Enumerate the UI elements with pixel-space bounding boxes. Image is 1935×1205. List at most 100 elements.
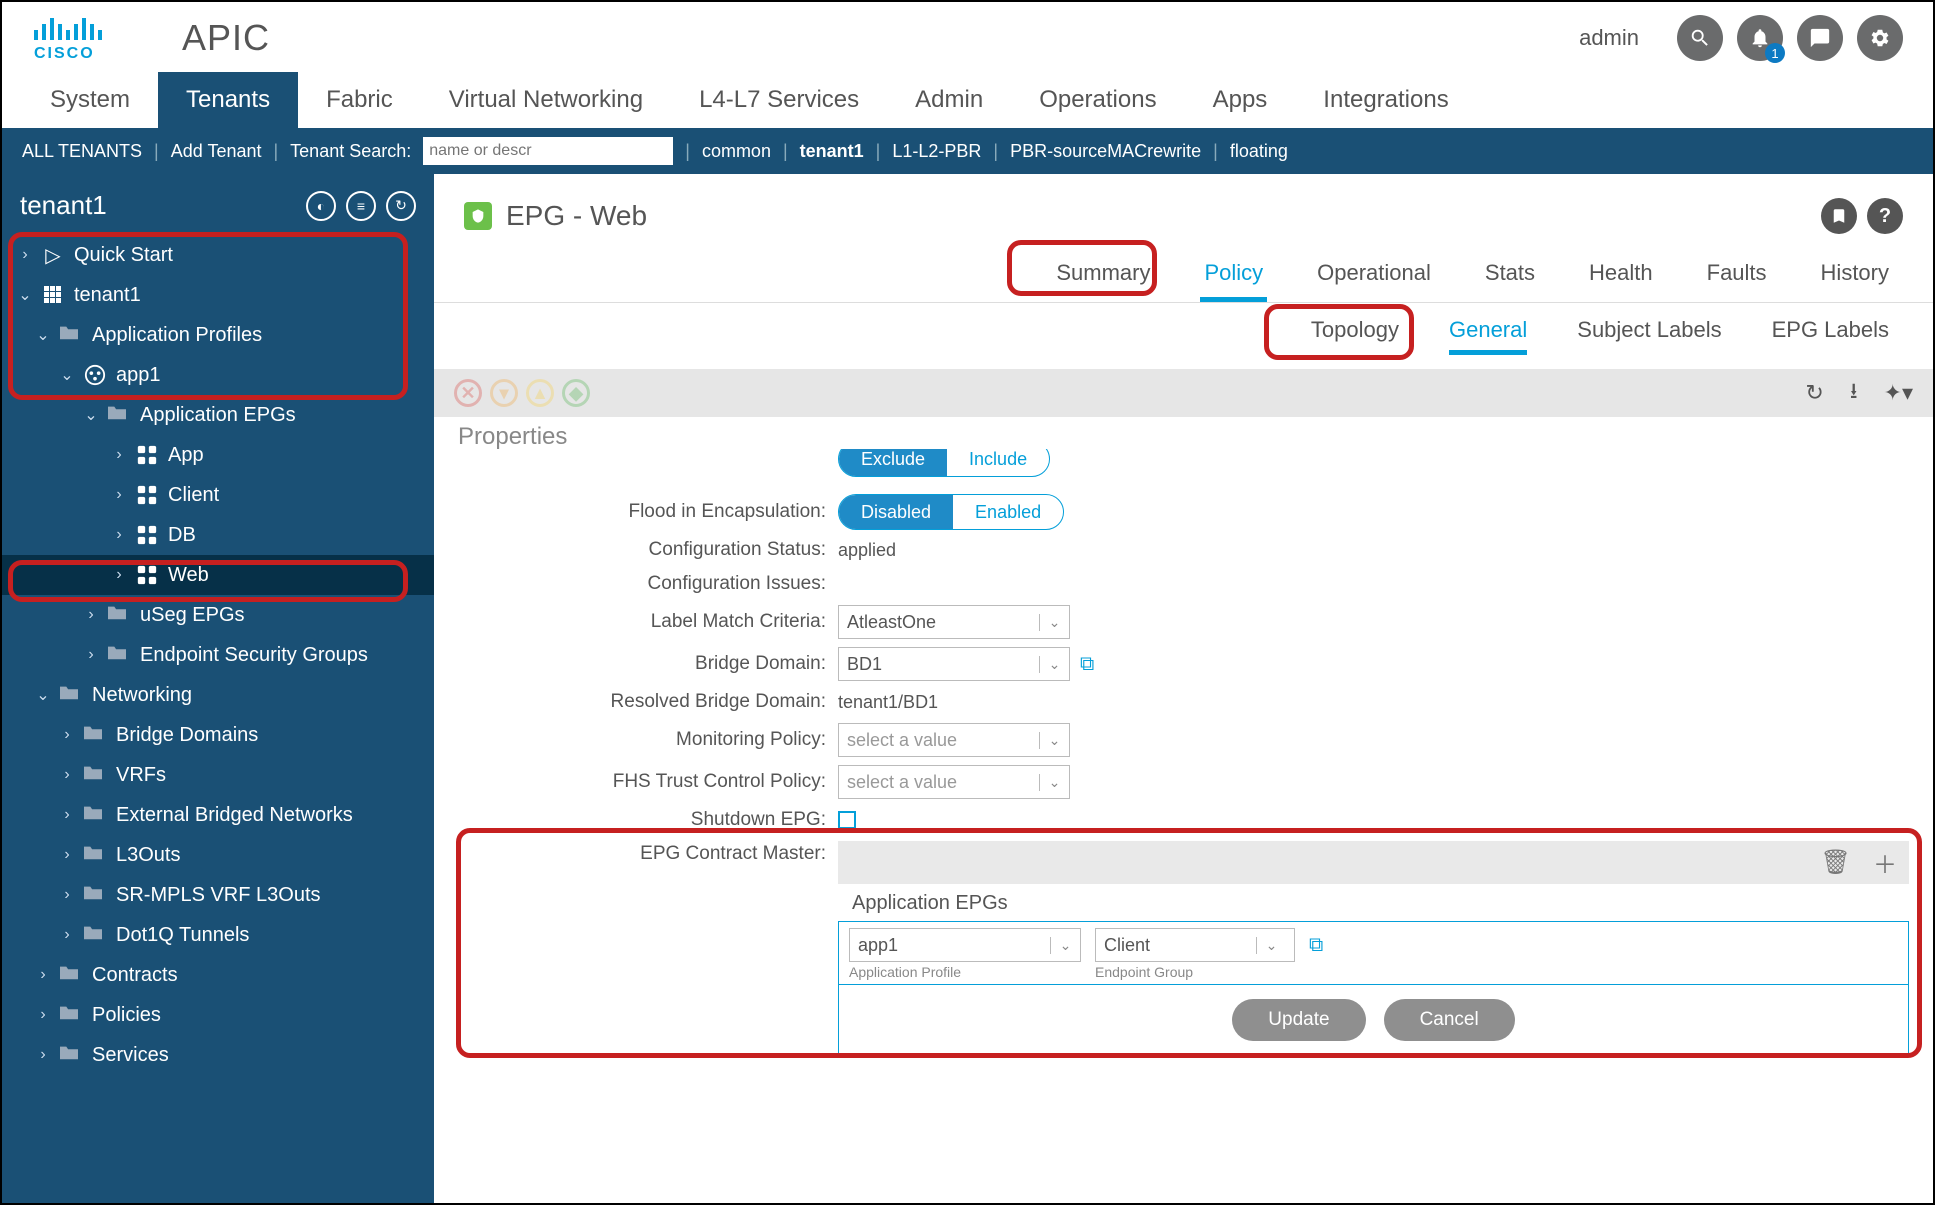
update-button[interactable]: Update — [1232, 999, 1365, 1041]
tenant-icon — [40, 285, 66, 305]
toggle-option[interactable]: Exclude — [839, 449, 947, 476]
notifications-icon[interactable]: 1 — [1737, 15, 1783, 61]
sidebar-item-services[interactable]: ›Services — [2, 1035, 434, 1075]
tab-health[interactable]: Health — [1585, 252, 1657, 302]
tab-history[interactable]: History — [1817, 252, 1893, 302]
sidebar-item-quickstart[interactable]: ›▷Quick Start — [2, 235, 434, 275]
sidebar-item-label: Services — [92, 1044, 169, 1067]
add-tenant-link[interactable]: Add Tenant — [171, 141, 262, 162]
sidebar-item-epg-app[interactable]: ›App — [2, 435, 434, 475]
search-icon[interactable] — [1677, 15, 1723, 61]
select-value: app1 — [850, 935, 1050, 956]
add-icon[interactable]: ＋ — [1873, 845, 1897, 880]
sidebar-item-networking[interactable]: ⌄Networking — [2, 675, 434, 715]
nav-admin[interactable]: Admin — [887, 72, 1011, 128]
prop-label: FHS Trust Control Policy: — [458, 771, 838, 793]
sidebar-item-esg[interactable]: ›Endpoint Security Groups — [2, 635, 434, 675]
sidebar-item-label: Quick Start — [74, 244, 173, 267]
settings-icon[interactable] — [1857, 15, 1903, 61]
tenant-shortcut[interactable]: tenant1 — [800, 141, 864, 162]
properties-title: Properties — [458, 423, 1909, 451]
tab-operational[interactable]: Operational — [1313, 252, 1435, 302]
fault-major-icon[interactable]: ▾ — [490, 379, 518, 407]
refresh-icon[interactable]: ↻ — [1805, 380, 1823, 406]
sidebar-item-epg-db[interactable]: ›DB — [2, 515, 434, 555]
bookmark-icon[interactable] — [1821, 198, 1857, 234]
main-tabs: Summary Policy Operational Stats Health … — [434, 244, 1933, 303]
sidebar-item-srmpls[interactable]: ›SR-MPLS VRF L3Outs — [2, 875, 434, 915]
app-profile-select[interactable]: app1⌄ — [849, 928, 1081, 962]
sidebar-item-label: L3Outs — [116, 844, 180, 867]
nav-system[interactable]: System — [22, 72, 158, 128]
tools-icon[interactable]: ✦▾ — [1884, 380, 1913, 406]
subtab-general[interactable]: General — [1449, 317, 1527, 355]
cancel-button[interactable]: Cancel — [1384, 999, 1515, 1041]
tenant-shortcut[interactable]: L1-L2-PBR — [892, 141, 981, 162]
folder-icon — [58, 323, 84, 347]
sidebar-item-epg-web[interactable]: ›Web — [2, 555, 434, 595]
sidebar-item-ext-bridged[interactable]: ›External Bridged Networks — [2, 795, 434, 835]
sidebar-history-icon[interactable]: ◐ — [306, 191, 336, 221]
fault-minor-icon[interactable]: ▲ — [526, 379, 554, 407]
folder-icon — [82, 763, 108, 787]
fault-warning-icon[interactable]: ◆ — [562, 379, 590, 407]
open-link-icon[interactable]: ⧉ — [1309, 934, 1323, 957]
toggle-option[interactable]: Include — [947, 449, 1049, 476]
sidebar-item-app-epgs[interactable]: ⌄Application EPGs — [2, 395, 434, 435]
tab-faults[interactable]: Faults — [1703, 252, 1771, 302]
help-icon[interactable]: ? — [1867, 198, 1903, 234]
tenant-shortcut[interactable]: common — [702, 141, 771, 162]
feedback-icon[interactable] — [1797, 15, 1843, 61]
nav-l4l7[interactable]: L4-L7 Services — [671, 72, 887, 128]
sidebar-item-useg[interactable]: ›uSeg EPGs — [2, 595, 434, 635]
sidebar-item-vrfs[interactable]: ›VRFs — [2, 755, 434, 795]
tenant-shortcut[interactable]: PBR-sourceMACrewrite — [1010, 141, 1201, 162]
tab-policy[interactable]: Policy — [1200, 252, 1267, 302]
nav-integrations[interactable]: Integrations — [1295, 72, 1476, 128]
sidebar-item-l3outs[interactable]: ›L3Outs — [2, 835, 434, 875]
label-match-select[interactable]: AtleastOne⌄ — [838, 605, 1070, 639]
sidebar-item-dot1q[interactable]: ›Dot1Q Tunnels — [2, 915, 434, 955]
prop-label: Resolved Bridge Domain: — [458, 691, 838, 713]
nav-virtual-networking[interactable]: Virtual Networking — [421, 72, 671, 128]
product-title: APIC — [182, 17, 270, 59]
flood-encap-toggle[interactable]: Disabled Enabled — [838, 494, 1064, 530]
sidebar-item-contracts[interactable]: ›Contracts — [2, 955, 434, 995]
nav-fabric[interactable]: Fabric — [298, 72, 421, 128]
shutdown-epg-checkbox[interactable] — [838, 811, 856, 829]
sidebar-filter-icon[interactable]: ≡ — [346, 191, 376, 221]
user-menu[interactable]: admin — [1579, 25, 1639, 51]
nav-tenants[interactable]: Tenants — [158, 72, 298, 128]
all-tenants-link[interactable]: ALL TENANTS — [22, 141, 142, 162]
sidebar-item-app-profiles[interactable]: ⌄Application Profiles — [2, 315, 434, 355]
preferred-group-toggle[interactable]: Exclude Include — [838, 449, 1050, 477]
fault-critical-icon[interactable]: ✕ — [454, 379, 482, 407]
subtab-subject-labels[interactable]: Subject Labels — [1577, 317, 1721, 355]
toggle-option[interactable]: Enabled — [953, 495, 1063, 529]
sidebar-refresh-icon[interactable]: ↻ — [386, 191, 416, 221]
fhs-policy-select[interactable]: select a value⌄ — [838, 765, 1070, 799]
open-link-icon[interactable]: ⧉ — [1080, 653, 1094, 676]
sidebar-item-epg-client[interactable]: ›Client — [2, 475, 434, 515]
sidebar-item-policies[interactable]: ›Policies — [2, 995, 434, 1035]
folder-icon — [58, 1043, 84, 1067]
config-status-value: applied — [838, 540, 896, 561]
endpoint-group-select[interactable]: Client⌄ — [1095, 928, 1295, 962]
prop-label: Shutdown EPG: — [458, 809, 838, 831]
tenant-shortcut[interactable]: floating — [1230, 141, 1288, 162]
sidebar-item-app1[interactable]: ⌄app1 — [2, 355, 434, 395]
subtab-epg-labels[interactable]: EPG Labels — [1772, 317, 1889, 355]
download-icon[interactable]: ⭳ — [1850, 374, 1858, 412]
tab-summary[interactable]: Summary — [1052, 252, 1154, 302]
subtab-topology[interactable]: Topology — [1311, 317, 1399, 355]
nav-operations[interactable]: Operations — [1011, 72, 1184, 128]
bridge-domain-select[interactable]: BD1⌄ — [838, 647, 1070, 681]
delete-icon[interactable]: 🗑 — [1821, 848, 1851, 877]
monitoring-policy-select[interactable]: select a value⌄ — [838, 723, 1070, 757]
tab-stats[interactable]: Stats — [1481, 252, 1539, 302]
sidebar-item-tenant[interactable]: ⌄tenant1 — [2, 275, 434, 315]
toggle-option[interactable]: Disabled — [839, 495, 953, 529]
sidebar-item-bd[interactable]: ›Bridge Domains — [2, 715, 434, 755]
tenant-search-input[interactable] — [423, 137, 673, 165]
nav-apps[interactable]: Apps — [1185, 72, 1296, 128]
